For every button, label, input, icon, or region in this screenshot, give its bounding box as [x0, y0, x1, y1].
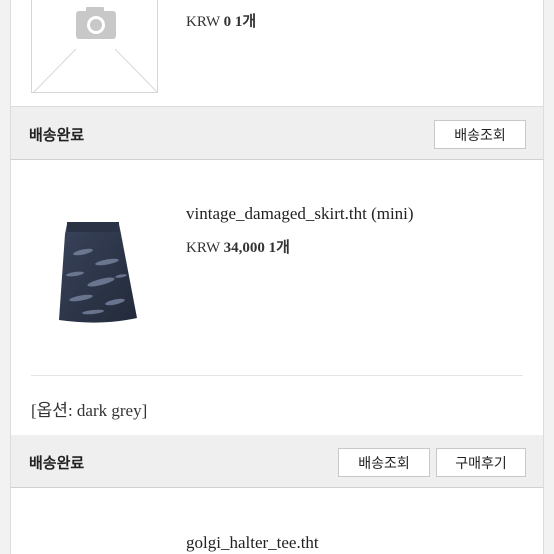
product-name[interactable]: golgi_halter_tee.tht — [186, 533, 319, 553]
image-placeholder — [31, 0, 158, 93]
product-option: [옵션: dark grey] — [31, 401, 148, 420]
product-name[interactable]: vintage_damaged_skirt.tht (mini) — [186, 204, 414, 224]
order-item-3: golgi_halter_tee.tht — [10, 488, 544, 554]
delivery-status: 배송완료 — [29, 454, 85, 472]
order-status-bar: 배송완료 배송조회 — [10, 107, 544, 160]
track-delivery-button[interactable]: 배송조회 — [338, 448, 430, 477]
image-placeholder-icon — [33, 7, 157, 92]
product-thumbnail[interactable] — [71, 546, 131, 554]
write-review-button[interactable]: 구매후기 — [436, 448, 526, 477]
product-price: KRW 34,000 1개 — [186, 240, 290, 256]
product-price: KRW 0 1개 — [186, 14, 257, 30]
delivery-status: 배송완료 — [29, 126, 85, 144]
order-item-2: vintage_damaged_skirt.tht (mini) KRW 34,… — [10, 160, 544, 435]
track-delivery-button[interactable]: 배송조회 — [434, 120, 526, 149]
order-item-1: KRW 0 1개 — [10, 0, 544, 107]
product-thumbnail[interactable] — [41, 210, 141, 330]
divider — [31, 375, 523, 376]
order-status-bar: 배송완료 배송조회 구매후기 — [10, 435, 544, 488]
